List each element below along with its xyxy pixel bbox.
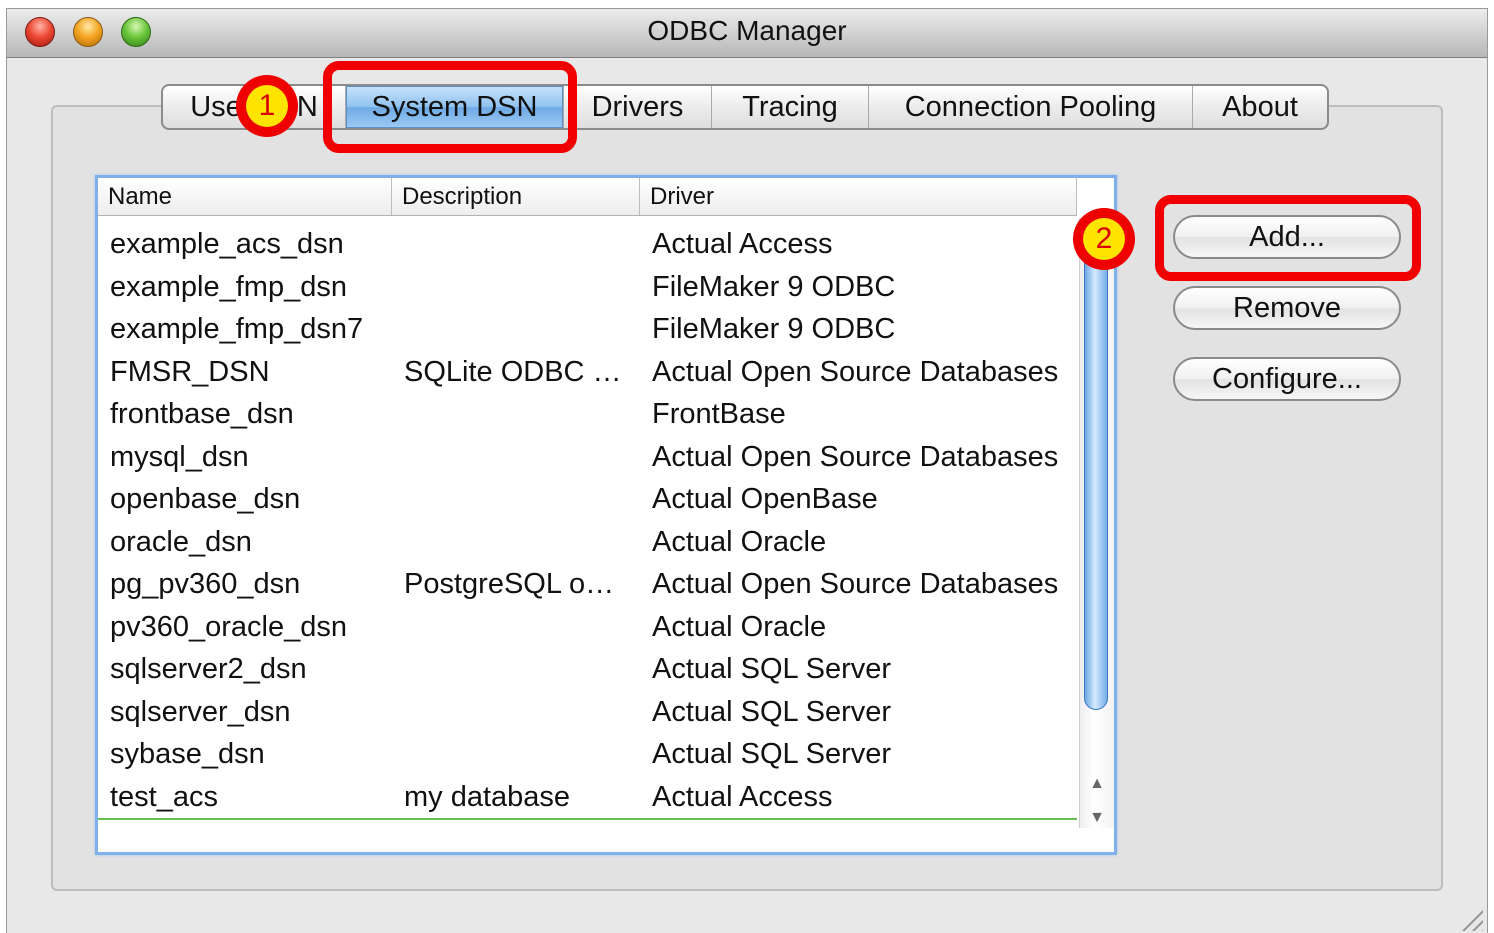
table-row[interactable]: oracle_dsn Actual Oracle <box>98 521 1077 564</box>
vertical-scrollbar[interactable]: ▲ ▼ <box>1079 218 1114 828</box>
step-1-marker: 1 <box>236 75 298 137</box>
dsn-description-cell <box>404 223 640 266</box>
table-row[interactable]: FMSR_DSN SQLite ODBC … Actual Open Source … <box>98 351 1077 394</box>
dsn-description-cell <box>404 436 640 479</box>
dsn-driver-cell: Actual Open Source Databases <box>652 440 1059 473</box>
dsn-description-cell <box>404 606 640 649</box>
dsn-name-cell: pv360_oracle_dsn <box>110 610 348 643</box>
dsn-driver-cell: Actual Access <box>652 228 833 260</box>
dsn-driver-cell: FileMaker 9 ODBC <box>652 270 896 303</box>
table-header: Name Description Driver <box>98 178 1077 216</box>
dsn-description-cell <box>404 393 640 436</box>
highlight-system-dsn-tab <box>323 61 577 153</box>
resize-grip-icon[interactable] <box>1459 907 1483 931</box>
tab-drivers[interactable]: Drivers <box>564 86 712 128</box>
odbc-manager-window: ODBC Manager Use N System DSN Drivers Tra… <box>6 8 1488 933</box>
window-title: ODBC Manager <box>647 15 847 46</box>
table-row[interactable]: mysql_dsn Actual Open Source Databases <box>98 436 1077 479</box>
scroll-down-arrow-icon[interactable]: ▼ <box>1080 804 1114 832</box>
dsn-name-cell: sqlserver2_dsn <box>110 653 307 685</box>
dsn-driver-cell: Actual SQL Server <box>652 653 892 685</box>
dsn-name-cell: test_acs <box>110 780 218 813</box>
table-row[interactable]: test_acs my database Actual Access <box>98 776 1077 820</box>
title-bar[interactable]: ODBC Manager <box>7 9 1487 58</box>
scrollbar-thumb[interactable] <box>1084 230 1108 710</box>
table-row[interactable]: frontbase_dsn FrontBase <box>98 393 1077 436</box>
dsn-description-cell: SQLite ODBC … <box>404 355 622 388</box>
table-body: example_acs_dsn Actual Access example_fmp_… <box>98 223 1077 820</box>
step-2-number: 2 <box>1083 218 1125 260</box>
dsn-name-cell: FMSR_DSN <box>110 355 270 388</box>
dsn-driver-cell: Actual Oracle <box>652 610 827 643</box>
dsn-name-cell: mysql_dsn <box>110 440 249 473</box>
step-1-number: 1 <box>246 85 288 127</box>
dsn-description-cell <box>404 521 640 564</box>
table-row[interactable]: example_fmp_dsn FileMaker 9 ODBC <box>98 266 1077 309</box>
dsn-driver-cell: Actual Oracle <box>652 525 827 558</box>
dsn-description-cell <box>404 691 640 734</box>
dsn-driver-cell: FileMaker 9 ODBC <box>652 313 896 345</box>
dsn-name-cell: sybase_dsn <box>110 738 265 770</box>
dsn-name-cell: example_fmp_dsn <box>110 270 347 303</box>
dsn-driver-cell: Actual Open Source Databases <box>652 355 1059 388</box>
tab-user-dsn-label: Use <box>190 91 242 123</box>
tab-about[interactable]: About <box>1193 86 1327 128</box>
column-header-description[interactable]: Description <box>392 178 640 215</box>
tab-connection-pooling[interactable]: Connection Pooling <box>869 86 1193 128</box>
dsn-description-cell: my database <box>404 780 571 813</box>
column-header-name[interactable]: Name <box>98 178 392 215</box>
tab-user-dsn-label-end: N <box>296 91 318 123</box>
table-row[interactable]: sybase_dsn Actual SQL Server <box>98 733 1077 776</box>
dsn-description-cell <box>404 266 640 309</box>
table-row[interactable]: example_fmp_dsn7 FileMaker 9 ODBC <box>98 308 1077 351</box>
dsn-name-cell: sqlserver_dsn <box>110 695 291 728</box>
dsn-name-cell: frontbase_dsn <box>110 398 294 430</box>
dsn-description-cell: PostgreSQL o… <box>404 568 615 600</box>
column-header-driver[interactable]: Driver <box>640 178 1077 215</box>
dsn-description-cell <box>404 733 640 776</box>
tab-tracing[interactable]: Tracing <box>712 86 869 128</box>
dsn-name-cell: example_fmp_dsn7 <box>110 313 364 345</box>
dsn-description-cell <box>404 648 640 691</box>
dsn-driver-cell: FrontBase <box>652 398 786 430</box>
table-row[interactable]: pv360_oracle_dsn Actual Oracle <box>98 606 1077 649</box>
table-row[interactable]: sqlserver_dsn Actual SQL Server <box>98 691 1077 734</box>
table-row[interactable]: sqlserver2_dsn Actual SQL Server <box>98 648 1077 691</box>
dsn-driver-cell: Actual Open Source Databases <box>652 568 1059 600</box>
step-2-marker: 2 <box>1073 208 1135 270</box>
highlight-add-button <box>1155 195 1421 281</box>
configure-button[interactable]: Configure... <box>1173 357 1401 401</box>
dsn-driver-cell: Actual Access <box>652 780 833 813</box>
remove-button[interactable]: Remove <box>1173 286 1401 330</box>
scroll-up-arrow-icon[interactable]: ▲ <box>1080 770 1114 798</box>
dsn-name-cell: example_acs_dsn <box>110 228 344 260</box>
dsn-table[interactable]: Name Description Driver example_acs_dsn A… <box>95 175 1117 855</box>
dsn-driver-cell: Actual SQL Server <box>652 695 892 728</box>
table-row[interactable]: pg_pv360_dsn PostgreSQL o… Actual Open Sou… <box>98 563 1077 606</box>
dsn-driver-cell: Actual OpenBase <box>652 483 878 515</box>
dsn-description-cell <box>404 308 640 351</box>
table-row[interactable]: example_acs_dsn Actual Access <box>98 223 1077 266</box>
table-row[interactable]: openbase_dsn Actual OpenBase <box>98 478 1077 521</box>
dsn-name-cell: oracle_dsn <box>110 525 252 558</box>
dsn-name-cell: openbase_dsn <box>110 483 301 515</box>
dsn-name-cell: pg_pv360_dsn <box>110 568 301 600</box>
dsn-description-cell <box>404 478 640 521</box>
dsn-driver-cell: Actual SQL Server <box>652 738 892 770</box>
